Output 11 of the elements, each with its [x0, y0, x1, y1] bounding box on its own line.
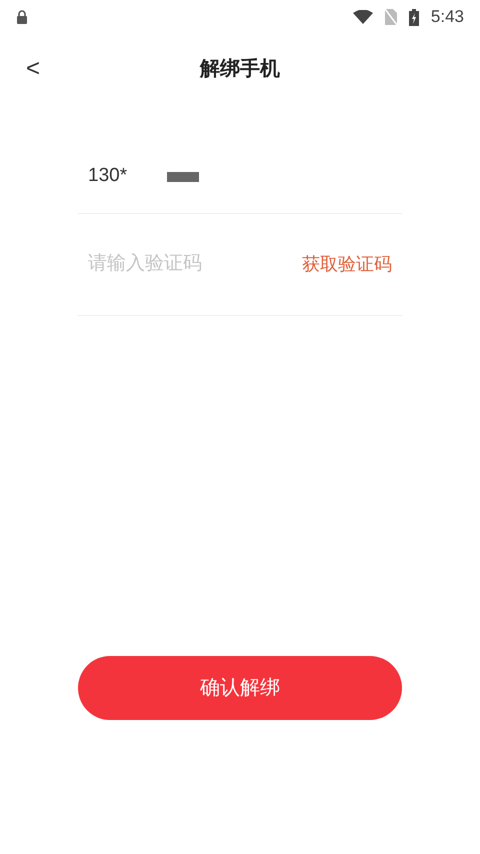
- page-title: 解绑手机: [200, 57, 280, 82]
- back-button[interactable]: <: [22, 51, 44, 87]
- confirm-unbind-button[interactable]: 确认解绑: [78, 656, 402, 720]
- wifi-icon: [352, 10, 373, 24]
- phone-number: 130*: [88, 164, 128, 188]
- no-sim-icon: [384, 9, 397, 25]
- code-field[interactable]: 请输入验证码: [88, 250, 302, 279]
- status-time: 5:43: [430, 6, 464, 28]
- battery-charging-icon: [408, 8, 419, 26]
- get-code-button[interactable]: 获取验证码: [302, 251, 392, 278]
- lock-icon: [16, 10, 28, 24]
